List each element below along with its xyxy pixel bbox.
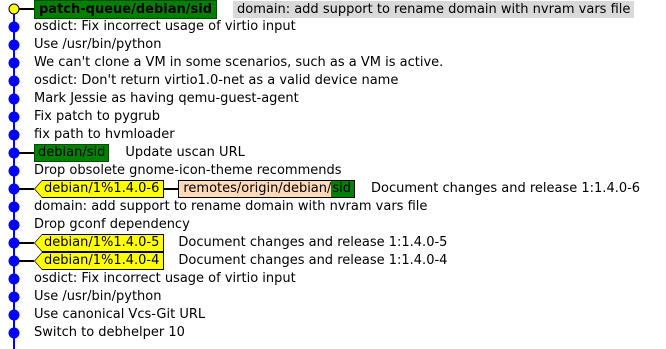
commit-subject: Drop gconf dependency [34, 217, 190, 232]
commit-subject: Fix patch to pygrub [34, 109, 161, 124]
commit-subject: Use canonical Vcs-Git URL [34, 307, 206, 322]
commit-row[interactable]: osdict: Don't return virtio1.0-net as a … [0, 72, 666, 90]
commit-row[interactable]: We can't clone a VM in some scenarios, s… [0, 54, 666, 72]
remote-branch-prefix: remotes/origin/debian/ [179, 181, 332, 197]
commit-row[interactable]: Fix patch to pygrub [0, 108, 666, 126]
commit-subject: We can't clone a VM in some scenarios, s… [34, 55, 444, 70]
commit-subject: osdict: Fix incorrect usage of virtio in… [34, 19, 296, 34]
commit-row[interactable]: fix path to hvmloader [0, 126, 666, 144]
commit-row[interactable]: domain: add support to rename domain wit… [0, 198, 666, 216]
commit-subject: Document changes and release 1:1.4.0-5 [178, 235, 448, 250]
commit-row[interactable]: debian/1%1.4.0-5 Document changes and re… [0, 234, 666, 252]
ref-connector [164, 188, 179, 190]
remote-branch-suffix: sid [331, 181, 355, 197]
commit-subject: Update uscan URL [125, 145, 245, 160]
commit-row[interactable]: Mark Jessie as having qemu-guest-agent [0, 90, 666, 108]
commit-subject: Use /usr/bin/python [34, 289, 162, 304]
commit-row[interactable]: osdict: Fix incorrect usage of virtio in… [0, 270, 666, 288]
commit-subject: Document changes and release 1:1.4.0-4 [178, 253, 448, 268]
commit-row-head[interactable]: patch-queue/debian/sid domain: add suppo… [0, 0, 666, 19]
commit-subject: osdict: Don't return virtio1.0-net as a … [34, 73, 399, 88]
commit-subject: Use /usr/bin/python [34, 37, 162, 52]
tag-label[interactable]: debian/1%1.4.0-4 [33, 252, 165, 270]
commit-row[interactable]: osdict: Fix incorrect usage of virtio in… [0, 18, 666, 36]
commit-subject: Mark Jessie as having qemu-guest-agent [34, 91, 299, 106]
commit-row[interactable]: Switch to debhelper 10 [0, 324, 666, 342]
commit-row[interactable]: Use /usr/bin/python [0, 36, 666, 54]
tag-label[interactable]: debian/1%1.4.0-5 [33, 234, 165, 252]
commit-row[interactable]: debian/1%1.4.0-6 remotes/origin/debian/s… [0, 180, 666, 198]
commit-subject: fix path to hvmloader [34, 127, 175, 142]
commit-subject: Drop obsolete gnome-icon-theme recommend… [34, 163, 342, 178]
head-branch-label[interactable]: patch-queue/debian/sid [34, 0, 218, 19]
commit-subject: Document changes and release 1:1.4.0-6 [371, 181, 641, 196]
commit-subject: domain: add support to rename domain wit… [233, 0, 635, 18]
commit-subject: domain: add support to rename domain wit… [34, 199, 428, 214]
commit-row[interactable]: Use /usr/bin/python [0, 288, 666, 306]
commit-row[interactable]: Use canonical Vcs-Git URL [0, 306, 666, 324]
commit-row[interactable]: debian/1%1.4.0-4 Document changes and re… [0, 252, 666, 270]
commit-subject: osdict: Fix incorrect usage of virtio in… [34, 271, 296, 286]
tag-label[interactable]: debian/1%1.4.0-6 [33, 180, 165, 198]
commit-row[interactable]: debian/sid Update uscan URL [0, 144, 666, 162]
commit-row[interactable]: Drop gconf dependency [0, 216, 666, 234]
branch-label-debian-sid[interactable]: debian/sid [34, 144, 110, 162]
commit-subject: Switch to debhelper 10 [34, 325, 185, 340]
remote-branch-label[interactable]: remotes/origin/debian/sid [178, 180, 356, 198]
commit-row[interactable]: Drop obsolete gnome-icon-theme recommend… [0, 162, 666, 180]
